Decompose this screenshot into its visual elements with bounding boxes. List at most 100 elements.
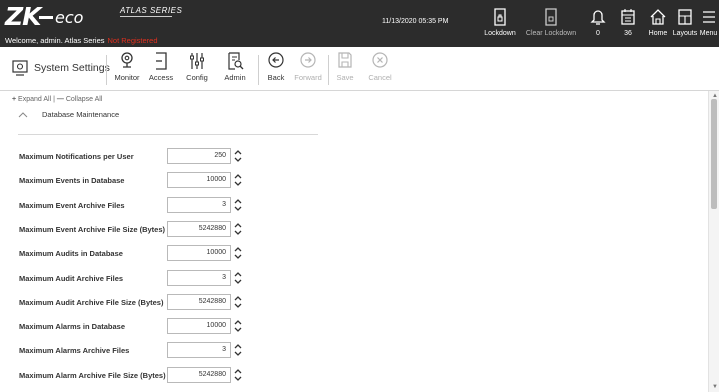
forward-button[interactable]: Forward xyxy=(292,51,324,82)
events-button[interactable]: 36 xyxy=(616,0,640,47)
section-divider xyxy=(18,134,318,135)
spinner-icon[interactable] xyxy=(233,172,243,188)
setting-row: Maximum Audit Archive File Size (Bytes) 5… xyxy=(19,293,242,310)
menu-button[interactable]: Menu xyxy=(698,0,719,47)
scroll-thumb[interactable] xyxy=(711,99,717,209)
expand-all-link[interactable]: + Expand All xyxy=(12,96,51,103)
spinner-icon[interactable] xyxy=(233,294,243,310)
setting-value-input[interactable]: 3 xyxy=(167,196,231,213)
chevron-up-icon xyxy=(18,111,28,117)
lockdown-button[interactable]: Lockdown xyxy=(478,0,522,47)
back-button[interactable]: Back xyxy=(264,51,288,82)
config-label: Config xyxy=(186,73,208,82)
setting-value-input[interactable]: 5242880 xyxy=(167,220,231,237)
menu-label: Menu xyxy=(699,30,718,37)
section-title: Database Maintenance xyxy=(42,110,120,119)
setting-label: Maximum Alarm Archive File Size (Bytes) xyxy=(19,370,166,380)
toolbar-separator xyxy=(328,55,329,85)
setting-row: Maximum Alarm Archive File Size (Bytes) 5… xyxy=(19,366,242,383)
setting-value-input[interactable]: 10000 xyxy=(167,172,231,189)
section-database-maintenance[interactable]: Database Maintenance xyxy=(18,110,119,119)
home-button[interactable]: Home xyxy=(644,0,672,47)
spinner-icon[interactable] xyxy=(233,318,243,334)
notifications-button[interactable]: 0 xyxy=(586,0,610,47)
lockdown-label: Lockdown xyxy=(484,30,516,37)
system-settings-title: System Settings xyxy=(12,60,110,76)
bell-icon xyxy=(590,10,606,25)
forward-label: Forward xyxy=(294,73,322,82)
monitor-button[interactable]: Monitor xyxy=(110,51,144,82)
cancel-button[interactable]: Cancel xyxy=(366,51,394,82)
layouts-icon xyxy=(678,9,692,25)
events-count: 36 xyxy=(624,30,632,37)
setting-label: Maximum Event Archive Files xyxy=(19,200,125,210)
forward-icon xyxy=(300,52,316,68)
setting-row: Maximum Alarms Archive Files 3 xyxy=(19,342,242,359)
setting-label: Maximum Events in Database xyxy=(19,176,125,186)
settings-content: + Expand All | — Collapse All Database M… xyxy=(0,92,708,392)
layouts-button[interactable]: Layouts xyxy=(670,0,700,47)
spinner-icon[interactable] xyxy=(233,342,243,358)
setting-label: Maximum Alarms Archive Files xyxy=(19,346,130,356)
home-icon xyxy=(650,9,666,25)
back-icon xyxy=(268,52,284,68)
cancel-label: Cancel xyxy=(368,73,392,82)
spinner-icon[interactable] xyxy=(233,245,243,261)
scroll-down-arrow-icon[interactable]: ▼ xyxy=(712,384,718,390)
toolbar-separator xyxy=(106,55,107,85)
back-label: Back xyxy=(267,73,285,82)
expand-collapse-controls: + Expand All | — Collapse All xyxy=(12,96,102,103)
zkteco-logo: ZK eco xyxy=(5,2,115,31)
atlas-series-label: ATLAS SERIES xyxy=(120,6,183,15)
save-icon xyxy=(338,52,352,68)
layouts-label: Layouts xyxy=(672,30,698,37)
minus-icon: — xyxy=(56,96,64,103)
spinner-icon[interactable] xyxy=(233,221,243,237)
welcome-message: Welcome, admin. Atlas Series xyxy=(5,36,105,45)
expand-all-label: Expand All xyxy=(18,96,52,103)
atlas-underline xyxy=(120,16,172,17)
vertical-scrollbar[interactable]: ▲ ▼ xyxy=(708,91,719,392)
menu-icon xyxy=(702,11,715,23)
spinner-icon[interactable] xyxy=(233,148,243,164)
setting-value-input[interactable]: 10000 xyxy=(167,245,231,262)
spinner-icon[interactable] xyxy=(233,367,243,383)
config-icon xyxy=(190,53,204,69)
access-button[interactable]: Access xyxy=(146,51,176,82)
setting-row: Maximum Event Archive Files 3 xyxy=(19,196,242,213)
home-label: Home xyxy=(648,30,668,37)
setting-label: Maximum Audits in Database xyxy=(19,249,123,259)
spinner-icon[interactable] xyxy=(233,270,243,286)
registration-status: Not Registered xyxy=(107,36,158,45)
setting-label: Maximum Alarms in Database xyxy=(19,322,126,332)
setting-value-input[interactable]: 10000 xyxy=(167,318,231,335)
spinner-icon[interactable] xyxy=(233,197,243,213)
welcome-text: Welcome, admin. Atlas Series Not Register… xyxy=(5,36,158,45)
collapse-all-link[interactable]: — Collapse All xyxy=(57,96,103,103)
toolbar: System Settings Monitor Access Config Ad… xyxy=(0,47,719,91)
cancel-icon xyxy=(372,52,388,68)
logo-zk-text: ZK xyxy=(5,2,41,31)
access-label: Access xyxy=(148,73,174,82)
admin-label: Admin xyxy=(224,73,246,82)
config-button[interactable]: Config xyxy=(182,51,212,82)
top-header: ZK eco ATLAS SERIES Welcome, admin. Atla… xyxy=(0,0,719,47)
monitor-icon xyxy=(121,52,133,68)
lockdown-icon xyxy=(494,8,506,26)
setting-label: Maximum Audit Archive Files xyxy=(19,273,124,283)
setting-value-input[interactable]: 3 xyxy=(167,342,231,359)
setting-row: Maximum Audit Archive Files 3 xyxy=(19,269,242,286)
setting-value-input[interactable]: 3 xyxy=(167,269,231,286)
save-button[interactable]: Save xyxy=(332,51,358,82)
system-settings-icon xyxy=(12,60,28,76)
setting-label: Maximum Audit Archive File Size (Bytes) xyxy=(19,297,164,307)
setting-value-input[interactable]: 5242880 xyxy=(167,293,231,310)
setting-value-input[interactable]: 250 xyxy=(167,148,231,164)
setting-value-input[interactable]: 5242880 xyxy=(167,366,231,383)
admin-button[interactable]: Admin xyxy=(220,51,250,82)
setting-row: Maximum Audits in Database 10000 xyxy=(19,245,242,262)
clear-lockdown-icon xyxy=(545,8,557,26)
clear-lockdown-button[interactable]: Clear Lockdown xyxy=(522,0,580,47)
notifications-count: 0 xyxy=(596,30,600,37)
access-icon xyxy=(156,52,167,70)
